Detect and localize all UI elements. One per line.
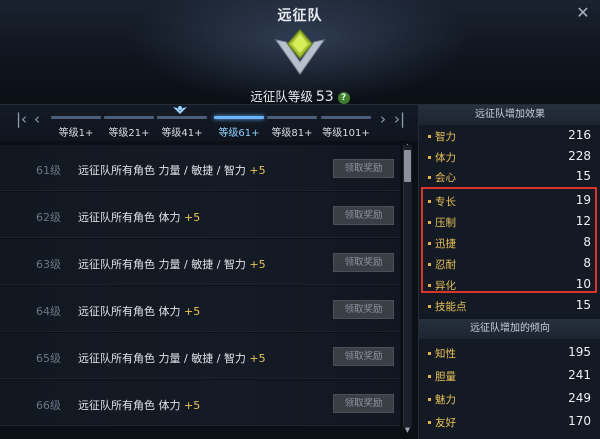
claim-reward-button[interactable]: 领取奖励 bbox=[333, 300, 394, 319]
reward-description: 远征队所有角色 体力 +5 bbox=[78, 305, 201, 318]
tendency-row: 友好 170 bbox=[419, 411, 600, 433]
claim-reward-button[interactable]: 领取奖励 bbox=[333, 159, 394, 178]
reward-description: 远征队所有角色 力量 / 敏捷 / 智力 +5 bbox=[78, 164, 266, 177]
stat-row: 智力 216 bbox=[419, 125, 600, 147]
claim-reward-button[interactable]: 领取奖励 bbox=[333, 347, 394, 366]
reward-list: 61级 远征队所有角色 力量 / 敏捷 / 智力 +5 领取奖励 62级 远征队… bbox=[0, 141, 400, 439]
reward-row: 66级 远征队所有角色 体力 +5 领取奖励 bbox=[0, 380, 400, 426]
reward-description: 远征队所有角色 力量 / 敏捷 / 智力 +5 bbox=[78, 352, 266, 365]
reward-row: 65级 远征队所有角色 力量 / 敏捷 / 智力 +5 领取奖励 bbox=[0, 333, 400, 379]
reward-row: 63级 远征队所有角色 力量 / 敏捷 / 智力 +5 领取奖励 bbox=[0, 239, 400, 285]
claim-reward-button[interactable]: 领取奖励 bbox=[333, 206, 394, 225]
help-icon[interactable]: ? bbox=[337, 92, 350, 104]
stats-panel: 远征队增加效果 智力 216 体力 228 会心 15 专长 19 压制 12 迅捷 8 忍… bbox=[418, 105, 600, 439]
scroll-down-icon[interactable]: ▼ bbox=[403, 426, 412, 434]
reward-row: 61级 远征队所有角色 力量 / 敏捷 / 智力 +5 领取奖励 bbox=[0, 145, 400, 191]
list-scrollbar[interactable] bbox=[403, 145, 412, 427]
reward-level: 65级 bbox=[36, 352, 61, 365]
stat-row: 会心 15 bbox=[419, 166, 600, 188]
scroll-thumb[interactable] bbox=[404, 150, 411, 182]
reward-row: 64级 远征队所有角色 体力 +5 领取奖励 bbox=[0, 286, 400, 332]
stat-row: 迅捷 8 bbox=[419, 232, 600, 254]
last-page-icon[interactable]: ›| bbox=[394, 112, 405, 127]
level-value: 53 bbox=[315, 89, 334, 105]
level-label: 远征队等级 bbox=[250, 89, 313, 104]
reward-row: 62级 远征队所有角色 体力 +5 领取奖励 bbox=[0, 192, 400, 238]
stat-row: 压制 12 bbox=[419, 211, 600, 233]
stat-row: 体力 228 bbox=[419, 146, 600, 168]
tendency-row: 知性 195 bbox=[419, 342, 600, 364]
reward-description: 远征队所有角色 力量 / 敏捷 / 智力 +5 bbox=[78, 258, 266, 271]
reward-description: 远征队所有角色 体力 +5 bbox=[78, 399, 201, 412]
tab-level-21[interactable]: 等级21+ bbox=[103, 105, 155, 141]
claim-reward-button[interactable]: 领取奖励 bbox=[333, 253, 394, 272]
emblem-icon bbox=[274, 28, 326, 75]
reward-description: 远征队所有角色 体力 +5 bbox=[78, 211, 201, 224]
header-banner: 远征队 ✕ 远征队等级 53? bbox=[0, 0, 600, 105]
level-tabs: |‹ ‹ 等级1+ 等级21+ 等级41+ 等级61+ 等级81+ 等级101+… bbox=[0, 105, 418, 141]
prev-page-icon[interactable]: ‹ bbox=[34, 112, 40, 127]
tab-level-101[interactable]: 等级101+ bbox=[320, 105, 372, 141]
close-icon[interactable]: ✕ bbox=[574, 4, 592, 22]
stat-row: 技能点 15 bbox=[419, 295, 600, 317]
tab-level-41[interactable]: 等级41+ bbox=[156, 105, 208, 141]
reward-level: 62级 bbox=[36, 211, 61, 224]
expedition-level: 远征队等级 53? bbox=[0, 86, 600, 105]
tab-level-81[interactable]: 等级81+ bbox=[266, 105, 318, 141]
stat-row: 专长 19 bbox=[419, 190, 600, 212]
stat-row: 异化 10 bbox=[419, 274, 600, 296]
first-page-icon[interactable]: |‹ bbox=[16, 112, 27, 127]
reward-level: 66级 bbox=[36, 399, 61, 412]
tendency-row: 魅力 249 bbox=[419, 388, 600, 410]
reward-level: 63级 bbox=[36, 258, 61, 271]
reward-level: 64级 bbox=[36, 305, 61, 318]
tab-level-61[interactable]: 等级61+ bbox=[213, 105, 265, 141]
tendency-row: 胆量 241 bbox=[419, 365, 600, 387]
next-page-icon[interactable]: › bbox=[380, 112, 386, 127]
stat-row: 忍耐 8 bbox=[419, 253, 600, 275]
effects-title: 远征队增加效果 bbox=[419, 105, 600, 125]
reward-level: 61级 bbox=[36, 164, 61, 177]
claim-reward-button[interactable]: 领取奖励 bbox=[333, 394, 394, 413]
tendency-title: 远征队增加的倾向 bbox=[419, 319, 600, 339]
tab-level-1[interactable]: 等级1+ bbox=[50, 105, 102, 141]
